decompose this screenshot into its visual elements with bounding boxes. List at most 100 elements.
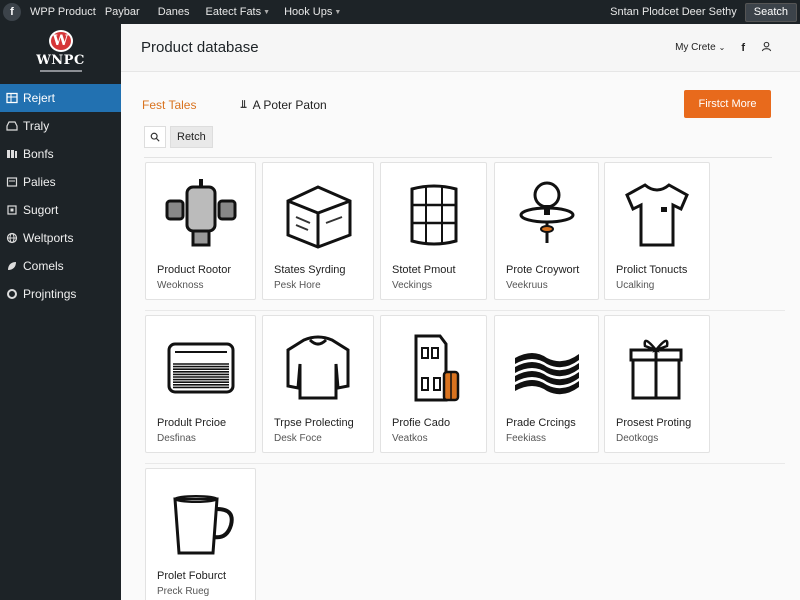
filter-icon: ⫫ [240,98,247,111]
divider [144,157,772,158]
product-title: Prade Crcings [506,417,576,429]
sidebar-item-label: Palies [23,175,56,189]
admin-bar-label: Eatect Fats [205,6,262,18]
search-icon[interactable] [144,126,166,148]
user-icon[interactable] [761,41,772,55]
product-subtitle: Ucalking [616,280,655,291]
row-divider [145,463,785,464]
product-card[interactable]: Prolet Foburct Preck Rueg [145,468,256,600]
admin-search-button[interactable]: Seatch [744,2,797,22]
header-actions: My Crete ⌄ f [675,41,772,55]
product-subtitle: Preck Rueg [157,586,210,597]
product-card[interactable]: Trpse Prolecting Desk Foce [262,315,374,453]
product-title: Prosest Proting [616,417,692,429]
wordpress-logo-icon[interactable]: f [3,3,21,21]
admin-bar-greeting[interactable]: Sntan Plodcet Deer Sethy [610,6,737,18]
admin-bar-item-paybar[interactable]: Paybar [105,6,140,18]
user-menu[interactable]: My Crete ⌄ [675,42,725,53]
waves-icon [495,322,598,414]
tshirt-icon [605,169,709,261]
lamp-icon [495,169,598,261]
admin-bar-label: Hook Ups [284,6,333,18]
product-subtitle: Veekruus [506,280,548,291]
product-subtitle: Desk Foce [274,433,322,444]
product-card[interactable]: States Syrding Pesk Hore [262,162,374,300]
product-card[interactable]: Product Rootor Weoknoss [145,162,256,300]
table-icon [6,92,18,104]
product-subtitle: Desfinas [157,433,196,444]
valve-icon [146,169,255,261]
facebook-icon[interactable]: f [741,42,745,54]
chevron-down-icon: ⌄ [718,43,726,52]
sidebar-item-sugort[interactable]: Sugort [0,196,121,224]
product-subtitle: Pesk Hore [274,280,321,291]
sidebar-item-weltports[interactable]: Weltports [0,224,121,252]
product-card[interactable]: Prade Crcings Feekiass [494,315,599,453]
tray-icon [6,120,18,132]
search-button[interactable]: Retch [170,126,213,148]
brand-tagline [39,70,82,72]
product-title: Product Rootor [157,264,231,276]
sidebar-item-rejert[interactable]: Rejert [0,84,121,112]
box-icon [263,169,373,261]
building-icon [381,322,486,414]
sidebar-item-comels[interactable]: Comels [0,252,121,280]
product-grid: Product Rootor Weoknoss States Syrding Pesk… [145,162,785,600]
product-title: Trpse Prolecting [274,417,354,429]
gift-icon [605,322,709,414]
sidebar-item-traly[interactable]: Traly [0,112,121,140]
admin-bar-item-hooks[interactable]: Hook Ups ▼ [284,6,341,18]
product-title: Prodult Prcioe [157,417,227,429]
admin-bar-item-danes[interactable]: Danes [158,6,190,18]
product-subtitle: Deotkogs [616,433,659,444]
sidebar-item-label: Projntings [23,287,77,301]
product-card[interactable]: Prote Croywort Veekruus [494,162,599,300]
admin-bar-label: WPP Product [30,6,96,18]
product-subtitle: Veatkos [392,433,428,444]
admin-bar-label: Danes [157,6,190,18]
main-content: Product database My Crete ⌄ f Fest Tales… [121,24,800,600]
sidebar-item-label: Comels [23,259,64,273]
tab-filter[interactable]: ⫫ A Poter Paton [240,98,326,112]
admin-bar-item-fats[interactable]: Eatect Fats ▼ [205,6,270,18]
tab-featured[interactable]: Fest Tales [142,98,196,112]
globe-icon [6,232,18,244]
mug-icon [146,475,255,567]
admin-bar-item-product[interactable]: WPP Product [30,6,96,18]
radiator-icon [146,322,255,414]
product-title: States Syrding [274,264,346,276]
page-header: Product database My Crete ⌄ f [121,24,800,72]
product-title: Prote Croywort [506,264,580,276]
product-card[interactable]: Prodult Prcioe Desfinas [145,315,256,453]
barrel-icon [381,169,486,261]
product-title: Prolict Tonucts [616,264,688,276]
product-subtitle: Veckings [392,280,433,291]
product-title: Prolet Foburct [157,570,227,582]
books-icon [6,148,18,160]
support-icon [6,204,18,216]
add-product-button[interactable]: Firstct More [684,90,771,118]
product-subtitle: Weoknoss [157,280,204,291]
page-title: Product database [141,39,259,56]
brand-name: WNPC [36,53,85,68]
product-toolbar: Fest Tales ⫫ A Poter Paton Firstct More [121,90,800,120]
brand-badge: W [48,30,73,52]
brand-logo[interactable]: W WNPC [0,24,121,76]
sidebar-item-projntings[interactable]: Projntings [0,280,121,308]
product-card[interactable]: Stotet Pmout Veckings [380,162,487,300]
sidebar-item-label: Rejert [23,91,56,105]
product-subtitle: Feekiass [506,433,547,444]
user-menu-label: My Crete [675,42,716,53]
product-card[interactable]: Prosest Proting Deotkogs [604,315,710,453]
sidebar-item-bonfs[interactable]: Bonfs [0,140,121,168]
admin-sidebar: W WNPC Rejert Traly Bonfs Palies Sugort … [0,24,121,600]
sidebar-nav: Rejert Traly Bonfs Palies Sugort Weltpor… [0,84,121,308]
product-card[interactable]: Profie Cado Veatkos [380,315,487,453]
product-card[interactable]: Prolict Tonucts Ucalking [604,162,710,300]
sidebar-item-label: Sugort [23,203,59,217]
sidebar-item-label: Weltports [23,231,74,245]
leaf-icon [6,260,18,272]
sweater-icon [263,322,373,414]
sidebar-item-palies[interactable]: Palies [0,168,121,196]
sidebar-item-label: Bonfs [23,147,54,161]
